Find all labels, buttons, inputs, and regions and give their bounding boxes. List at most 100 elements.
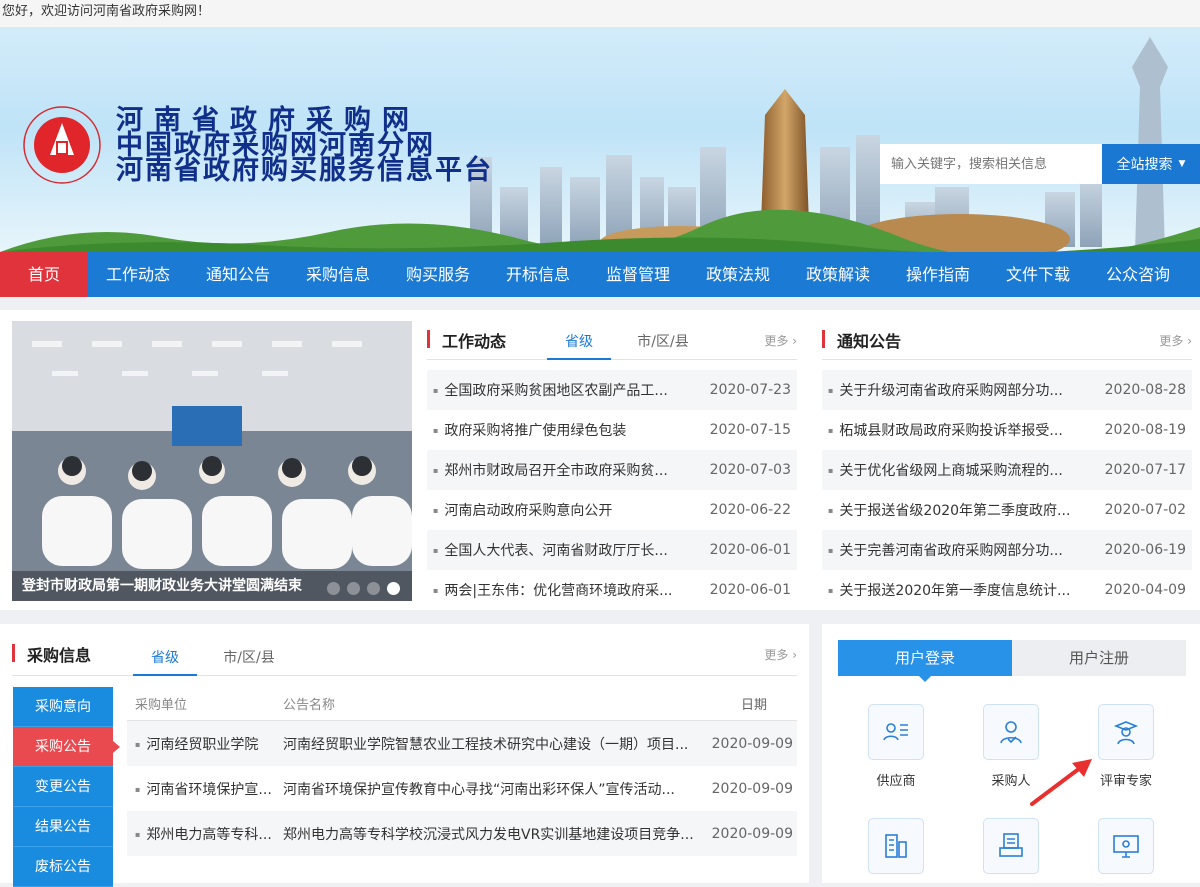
nav-procurement[interactable]: 采购信息 (288, 252, 388, 297)
nav-supervision[interactable]: 监督管理 (588, 252, 688, 297)
tab-city[interactable]: 市/区/县 (631, 331, 695, 360)
tab-intent[interactable]: 采购意向 (13, 687, 113, 727)
tab-cancelled[interactable]: 废标公告 (13, 847, 113, 887)
nav-policy[interactable]: 政策法规 (688, 252, 788, 297)
notice-news: 通知公告 更多 › 关于升级河南省政府采购网部分功... 2020-08-28 柘… (822, 310, 1192, 610)
carousel-dot[interactable] (367, 582, 380, 595)
tab-city[interactable]: 市/区/县 (217, 647, 281, 676)
printer-icon (983, 818, 1039, 874)
list-item[interactable]: 柘城县财政局政府采购投诉举报受... 2020-08-19 (822, 410, 1192, 450)
more-link[interactable]: 更多 › (764, 646, 797, 663)
role-label: 供应商 (876, 774, 916, 789)
chevron-right-icon: › (792, 334, 797, 348)
carousel-dot[interactable] (347, 582, 360, 595)
meeting-photo (12, 321, 412, 601)
nav-notice[interactable]: 通知公告 (188, 252, 288, 297)
item-date: 2020-07-23 (709, 382, 791, 398)
item-title: 全国政府采购贫困地区农副产品工... (433, 380, 667, 400)
cell-unit: 河南省环境保护宣... (127, 779, 277, 799)
notice-news-header: 通知公告 更多 › (822, 310, 1192, 360)
carousel-dot-active[interactable] (387, 582, 400, 595)
tab-provincial[interactable]: 省级 (133, 647, 197, 676)
news-panel: 登封市财政局第一期财政业务大讲堂圆满结束 工作动态 省级 市/区/县 更多 › … (0, 310, 1200, 610)
item-date: 2020-08-19 (1104, 422, 1186, 438)
item-date: 2020-07-17 (1104, 462, 1186, 478)
nav-downloads[interactable]: 文件下载 (988, 252, 1088, 297)
list-item[interactable]: 河南启动政府采购意向公开 2020-06-22 (427, 490, 797, 530)
tab-announcement[interactable]: 采购公告 (13, 727, 120, 767)
login-panel: 用户登录 用户注册 供应商 采购人 评审专家 (822, 624, 1200, 883)
item-date: 2020-07-02 (1104, 502, 1186, 518)
search-button-label: 全站搜索 (1116, 157, 1173, 173)
procurement-header-wrap: 采购信息 省级 市/区/县 更多 › (12, 624, 797, 676)
nav-bid-opening[interactable]: 开标信息 (488, 252, 588, 297)
table-row[interactable]: 郑州电力高等专科... 郑州电力高等专科学校沉浸式风力发电VR实训基地建设项目竞… (127, 811, 797, 856)
list-item[interactable]: 全国政府采购贫困地区农副产品工... 2020-07-23 (427, 370, 797, 410)
list-item[interactable]: 全国人大代表、河南省财政厅厅长... 2020-06-01 (427, 530, 797, 570)
item-title: 两会|王东伟：优化营商环境政府采... (433, 580, 672, 600)
carousel-dot[interactable] (327, 582, 340, 595)
cell-name[interactable]: 郑州电力高等专科学校沉浸式风力发电VR实训基地建设项目竞争... (277, 824, 707, 844)
cell-name[interactable]: 河南省环境保护宣传教育中心寻找“河南出彩环保人”宣传活动... (277, 779, 707, 799)
tab-login[interactable]: 用户登录 (838, 640, 1012, 682)
agency-icon (868, 818, 924, 874)
list-item[interactable]: 两会|王东伟：优化营商环境政府采... 2020-06-01 (427, 570, 797, 610)
list-item[interactable]: 关于完善河南省政府采购网部分功... 2020-06-19 (822, 530, 1192, 570)
list-item[interactable]: 政府采购将推广使用绿色包装 2020-07-15 (427, 410, 797, 450)
login-tabs: 用户登录 用户注册 (838, 640, 1186, 682)
list-item[interactable]: 关于升级河南省政府采购网部分功... 2020-08-28 (822, 370, 1192, 410)
tab-result[interactable]: 结果公告 (13, 807, 113, 847)
item-date: 2020-08-28 (1104, 382, 1186, 398)
tab-provincial[interactable]: 省级 (547, 331, 611, 360)
role-agency[interactable] (846, 818, 946, 884)
role-supplier[interactable]: 供应商 (846, 704, 946, 789)
cell-unit: 河南经贸职业学院 (127, 734, 277, 754)
site-logo[interactable]: 河南省政府采购网 中国政府采购网河南分网 河南省政府购买服务信息平台 (22, 105, 493, 185)
list-item[interactable]: 郑州市财政局召开全市政府采购贫... 2020-07-03 (427, 450, 797, 490)
section-marker (12, 644, 15, 662)
more-link[interactable]: 更多 › (764, 332, 797, 349)
item-title: 河南启动政府采购意向公开 (433, 500, 612, 520)
more-label: 更多 (764, 648, 789, 662)
nav-home[interactable]: 首页 (0, 252, 88, 297)
section-title: 工作动态 (442, 332, 507, 351)
nav-consult[interactable]: 公众咨询 (1088, 252, 1188, 297)
search-button[interactable]: 全站搜索 ▼ (1102, 144, 1200, 184)
emblem-icon (22, 105, 102, 185)
nav-policy-explain[interactable]: 政策解读 (788, 252, 888, 297)
nav-guide[interactable]: 操作指南 (888, 252, 988, 297)
cell-name[interactable]: 河南经贸职业学院智慧农业工程技术研究中心建设（一期）项目... (277, 734, 707, 754)
item-title: 全国人大代表、河南省财政厅厅长... (433, 540, 667, 560)
table-row[interactable]: 河南省环境保护宣... 河南省环境保护宣传教育中心寻找“河南出彩环保人”宣传活动… (127, 766, 797, 811)
monitor-icon (1098, 818, 1154, 874)
carousel-dots (327, 582, 400, 595)
chevron-right-icon: › (1187, 334, 1192, 348)
tab-change[interactable]: 变更公告 (13, 767, 113, 807)
item-date: 2020-06-01 (709, 542, 791, 558)
cell-date: 2020-09-09 (711, 735, 793, 752)
table-row[interactable]: 河南经贸职业学院 河南经贸职业学院智慧农业工程技术研究中心建设（一期）项目...… (127, 721, 797, 766)
role-monitor[interactable] (1076, 818, 1176, 884)
col-unit: 采购单位 (135, 698, 188, 713)
site-search: 全站搜索 ▼ (880, 144, 1200, 184)
list-item[interactable]: 关于报送2020年第一季度信息统计... 2020-04-09 (822, 570, 1192, 610)
procurement-header: 采购信息 省级 市/区/县 更多 › (12, 624, 797, 676)
site-title-1: 河南省政府采购网 (116, 104, 420, 136)
tab-register[interactable]: 用户注册 (1012, 640, 1186, 676)
section-title: 采购信息 (27, 646, 92, 665)
procurement-category-tabs: 采购意向 采购公告 变更公告 结果公告 废标公告 (13, 687, 120, 887)
item-title: 关于完善河南省政府采购网部分功... (828, 540, 1062, 560)
nav-services[interactable]: 购买服务 (388, 252, 488, 297)
cell-date: 2020-09-09 (711, 825, 793, 842)
item-title: 柘城县财政局政府采购投诉举报受... (828, 420, 1062, 440)
search-input[interactable] (880, 144, 1102, 184)
more-link[interactable]: 更多 › (1159, 332, 1192, 349)
list-item[interactable]: 关于报送省级2020年第二季度政府... 2020-07-02 (822, 490, 1192, 530)
role-printer[interactable] (961, 818, 1061, 884)
cell-unit: 郑州电力高等专科... (127, 824, 277, 844)
table-header: 采购单位 公告名称 日期 (127, 687, 797, 721)
list-item[interactable]: 关于优化省级网上商城采购流程的... 2020-07-17 (822, 450, 1192, 490)
news-carousel[interactable]: 登封市财政局第一期财政业务大讲堂圆满结束 (12, 321, 412, 601)
nav-work[interactable]: 工作动态 (88, 252, 188, 297)
section-title: 通知公告 (837, 332, 902, 351)
